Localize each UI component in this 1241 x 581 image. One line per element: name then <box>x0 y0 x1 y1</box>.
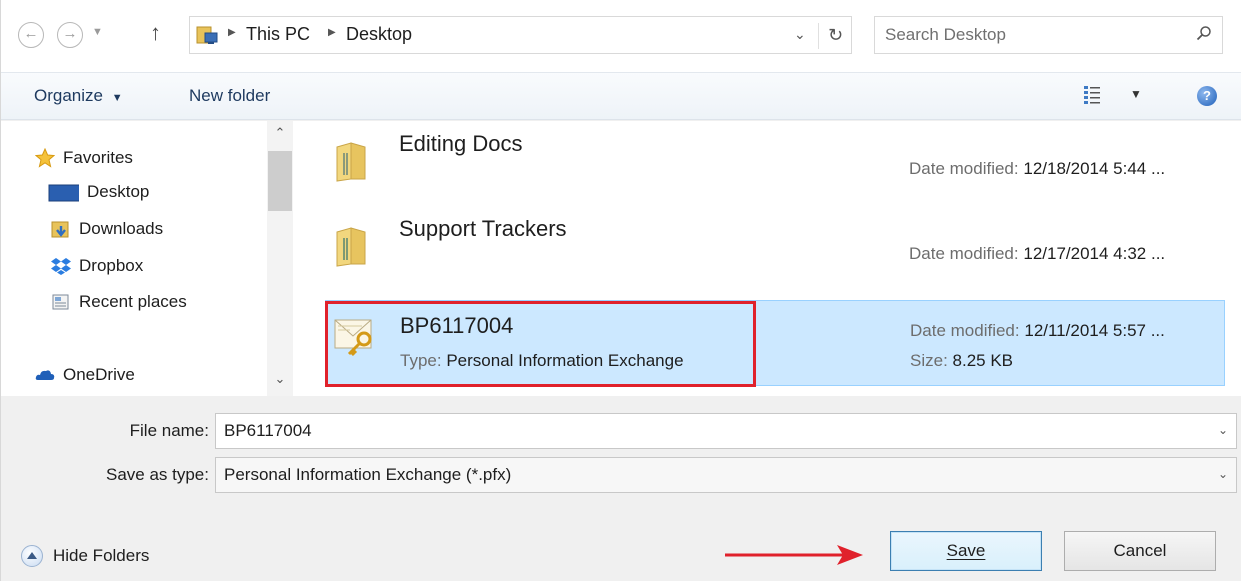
annotation-arrow-icon <box>725 545 863 565</box>
breadcrumb-separator-icon: ▶ <box>328 27 336 38</box>
search-icon[interactable] <box>1196 25 1212 41</box>
file-date-modified: Date modified: 12/17/2014 4:32 ... <box>909 244 1165 264</box>
back-arrow-icon: ← <box>23 25 39 42</box>
dropbox-icon <box>51 258 71 275</box>
forward-button[interactable]: → <box>57 22 83 48</box>
file-name-label-text: File name: <box>129 421 209 440</box>
navigation-pane: Favorites Desktop Downloads Dropbox Rece… <box>1 121 297 396</box>
folder-icon <box>336 227 366 267</box>
cancel-button-label: Cancel <box>1113 541 1167 560</box>
nav-item-label: Recent places <box>79 292 187 311</box>
date-modified-label: Date modified: <box>909 159 1019 178</box>
nav-item-dropbox[interactable]: Dropbox <box>51 251 143 281</box>
save-as-type-label-text: Save as type: <box>105 465 209 484</box>
breadcrumb-desktop[interactable]: Desktop <box>346 24 412 45</box>
folder-icon <box>336 142 366 182</box>
file-date-modified: Date modified: 12/11/2014 5:57 ... <box>910 321 1165 341</box>
file-type: Type: Personal Information Exchange <box>400 351 684 371</box>
nav-item-label: Favorites <box>63 148 133 167</box>
file-row-bp6117004[interactable]: BP6117004 Type: Personal Information Exc… <box>325 300 1225 386</box>
save-as-dialog: ← → ▼ ↑ ▶ This PC ▶ Desktop ⌄ ↻ Search D… <box>0 0 1241 581</box>
scroll-up-icon[interactable]: ⌃ <box>267 125 293 145</box>
downloads-icon <box>51 221 69 238</box>
save-as-type-label: Save as type: <box>106 465 209 485</box>
size-label: Size: <box>910 351 948 370</box>
file-name: Editing Docs <box>399 131 523 156</box>
hide-folders-label: Hide Folders <box>53 546 150 565</box>
search-input[interactable] <box>885 23 1175 47</box>
file-name-value: BP6117004 <box>224 421 312 440</box>
certificate-icon <box>334 319 372 357</box>
date-modified-value: 12/11/2014 5:57 ... <box>1024 321 1165 340</box>
file-name: Support Trackers <box>399 216 567 241</box>
cancel-button[interactable]: Cancel <box>1064 531 1216 571</box>
collapse-up-icon <box>21 545 43 567</box>
nav-item-onedrive[interactable]: OneDrive <box>35 360 135 390</box>
up-button[interactable]: ↑ <box>150 20 161 46</box>
file-size: Size: 8.25 KB <box>910 351 1013 371</box>
refresh-button[interactable]: ↻ <box>818 23 852 49</box>
onedrive-icon <box>35 370 55 380</box>
new-folder-button[interactable]: New folder <box>189 86 270 106</box>
type-label: Type: <box>400 351 442 370</box>
nav-item-favorites[interactable]: Favorites <box>35 143 133 173</box>
star-icon <box>35 148 55 168</box>
file-row-support-trackers[interactable]: Support Trackers Date modified: 12/17/20… <box>325 206 1225 288</box>
save-button[interactable]: Save <box>890 531 1042 571</box>
save-as-type-value: Personal Information Exchange (*.pfx) <box>224 465 512 484</box>
desktop-icon <box>48 184 79 202</box>
help-icon[interactable]: ? <box>1197 86 1217 106</box>
organize-button[interactable]: Organize ▼ <box>34 86 123 106</box>
date-modified-value: 12/17/2014 4:32 ... <box>1023 244 1166 263</box>
recent-locations-chevron-icon[interactable]: ▼ <box>92 26 103 38</box>
recent-places-icon <box>52 294 69 310</box>
organize-label: Organize <box>34 86 103 105</box>
chevron-down-icon: ▼ <box>111 92 123 104</box>
command-toolbar: Organize ▼ New folder ▼ ? <box>1 72 1241 120</box>
nav-item-label: Dropbox <box>79 256 144 275</box>
date-modified-label: Date modified: <box>910 321 1020 340</box>
nav-item-label: Downloads <box>79 219 164 238</box>
nav-item-recent-places[interactable]: Recent places <box>51 287 187 317</box>
file-name-field[interactable]: BP6117004 ⌄ <box>215 413 1237 449</box>
file-row-editing-docs[interactable]: Editing Docs Date modified: 12/18/2014 5… <box>325 121 1225 203</box>
breadcrumb-separator-icon: ▶ <box>228 27 236 38</box>
file-name-label: File name: <box>130 421 209 441</box>
change-view-icon[interactable] <box>1083 84 1101 106</box>
view-options-chevron-icon[interactable]: ▼ <box>1130 87 1142 101</box>
file-list: Editing Docs Date modified: 12/18/2014 5… <box>297 121 1241 396</box>
file-name: BP6117004 <box>400 313 514 338</box>
save-as-type-select[interactable]: Personal Information Exchange (*.pfx) ⌄ <box>215 457 1237 493</box>
breadcrumb-this-pc[interactable]: This PC <box>246 24 310 45</box>
nav-item-label: OneDrive <box>63 365 135 384</box>
date-modified-label: Date modified: <box>909 244 1019 263</box>
address-row: ← → ▼ ↑ ▶ This PC ▶ Desktop ⌄ ↻ <box>1 0 1241 72</box>
date-modified-value: 12/18/2014 5:44 ... <box>1023 159 1166 178</box>
nav-item-desktop[interactable]: Desktop <box>37 177 149 207</box>
scrollbar-thumb[interactable] <box>268 151 292 211</box>
address-bar[interactable]: ▶ This PC ▶ Desktop ⌄ ↻ <box>189 16 852 54</box>
size-value: 8.25 KB <box>952 351 1014 370</box>
scroll-down-icon[interactable]: ⌄ <box>267 371 293 391</box>
type-value: Personal Information Exchange <box>446 351 684 370</box>
search-box <box>874 16 1223 54</box>
address-dropdown-icon[interactable]: ⌄ <box>794 26 806 43</box>
nav-pane-scrollbar[interactable]: ⌃ ⌄ <box>267 121 293 396</box>
nav-item-downloads[interactable]: Downloads <box>51 214 163 244</box>
chevron-down-icon[interactable]: ⌄ <box>1218 467 1228 481</box>
save-form: File name: BP6117004 ⌄ Save as type: Per… <box>1 396 1241 581</box>
file-date-modified: Date modified: 12/18/2014 5:44 ... <box>909 159 1165 179</box>
save-button-label: Save <box>946 541 986 560</box>
chevron-down-icon[interactable]: ⌄ <box>1218 423 1228 437</box>
forward-arrow-icon: → <box>62 25 78 42</box>
back-button[interactable]: ← <box>18 22 44 48</box>
nav-item-label: Desktop <box>87 182 150 201</box>
new-folder-label: New folder <box>189 86 271 105</box>
this-pc-folder-icon <box>196 26 218 44</box>
up-arrow-icon: ↑ <box>150 20 161 45</box>
hide-folders-button[interactable]: Hide Folders <box>21 545 149 567</box>
